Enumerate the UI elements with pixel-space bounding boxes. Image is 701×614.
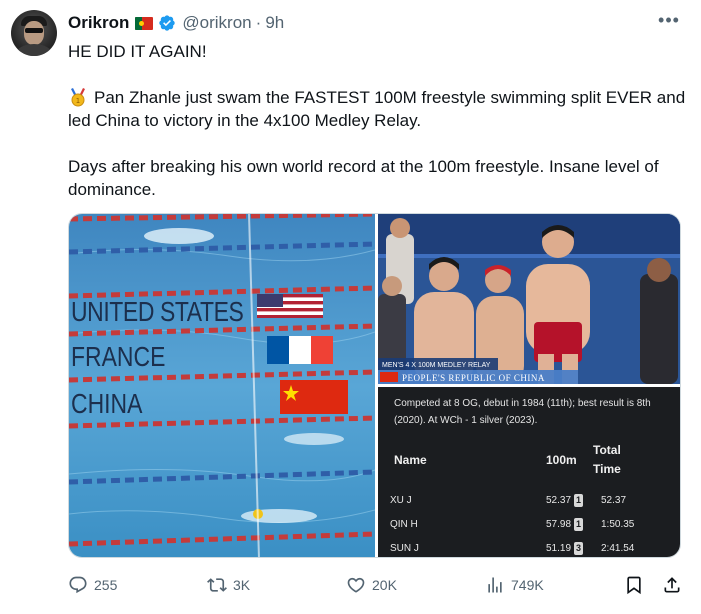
author-name[interactable]: Orikron	[68, 13, 129, 33]
bookmark-button[interactable]	[624, 575, 650, 595]
repost-button[interactable]: 3K	[207, 575, 250, 595]
col-100m-header: 100m	[546, 453, 577, 467]
share-button[interactable]	[662, 575, 688, 595]
pool-illustration	[69, 214, 375, 557]
pool-label-china: CHINA	[71, 388, 143, 419]
svg-text:1: 1	[76, 97, 80, 105]
tweet-paragraph-2: 1 Pan Zhanle just swam the FASTEST 100M …	[68, 86, 693, 132]
athletes-photo[interactable]: MEN'S 4 X 100M MEDLEY RELAY PEOPLE'S REP…	[378, 214, 680, 384]
col-total-header-2: Time	[593, 462, 621, 476]
broadcast-caption: MEN'S 4 X 100M MEDLEY RELAY	[382, 362, 491, 369]
athletes-illustration: MEN'S 4 X 100M MEDLEY RELAY PEOPLE'S REP…	[378, 214, 680, 384]
pool-photo[interactable]	[69, 214, 375, 557]
views-count: 749K	[511, 577, 544, 593]
timestamp[interactable]: 9h	[265, 13, 284, 33]
avatar-face	[24, 21, 44, 45]
pool-label-usa: UNITED STATES	[71, 296, 244, 327]
row-name: XU J	[390, 495, 412, 506]
repost-count: 3K	[233, 577, 251, 593]
row-name: SUN J	[390, 543, 419, 554]
reply-count: 255	[94, 577, 118, 593]
views-button[interactable]: 749K	[485, 575, 544, 595]
row-total: 52.37	[601, 495, 627, 506]
col-name-header: Name	[394, 453, 427, 467]
row-split: 57.98	[546, 519, 572, 530]
usa-flag	[257, 294, 323, 318]
row-name: QIN H	[390, 519, 418, 530]
row-split: 51.19	[546, 543, 572, 554]
tweet-line-2: Pan Zhanle just swam the FASTEST 100M fr…	[68, 88, 686, 130]
broadcast-team: PEOPLE'S REPUBLIC OF CHINA	[402, 373, 545, 383]
avatar-sunglasses	[25, 28, 43, 33]
more-options-icon[interactable]: •••	[657, 10, 681, 34]
bio-text: Competed at 8 OG, debut in 1984 (11th); …	[394, 398, 651, 426]
views-chart-icon	[488, 577, 502, 593]
avatar-body	[16, 44, 52, 56]
row-leg-badge: 3	[574, 542, 583, 555]
like-button[interactable]: 20K	[346, 575, 397, 595]
repost-icon	[207, 578, 227, 592]
reply-button[interactable]: 255	[68, 575, 117, 595]
author-handle[interactable]: @orikron	[182, 13, 251, 33]
col-total-header-1: Total	[593, 443, 621, 457]
heart-icon	[347, 577, 365, 593]
tweet-header: Orikron @orikron · 9h •••	[68, 10, 681, 34]
tweet-line-1: HE DID IT AGAIN!	[68, 42, 207, 61]
reply-icon	[69, 576, 87, 594]
row-leg-badge: 1	[574, 518, 583, 531]
gold-medal-icon: 1	[71, 88, 85, 107]
row-total: 1:50.35	[601, 519, 635, 530]
verified-badge-icon[interactable]	[158, 14, 176, 32]
tweet-text: HE DID IT AGAIN! 1 Pan Zhanle just swam …	[68, 40, 693, 201]
stats-card[interactable]: Competed at 8 OG, debut in 1984 (11th); …	[378, 387, 680, 557]
france-flag	[267, 336, 333, 364]
avatar[interactable]	[11, 10, 57, 56]
media-grid[interactable]: MEN'S 4 X 100M MEDLEY RELAY PEOPLE'S REP…	[68, 213, 681, 558]
row-leg-badge: 1	[574, 494, 583, 507]
row-split: 52.37	[546, 495, 572, 506]
china-flag	[280, 380, 348, 414]
tweet-line-3: Days after breaking his own world record…	[68, 157, 659, 199]
portugal-flag-icon	[135, 16, 154, 30]
row-total: 2:41.54	[601, 543, 635, 554]
action-bar: 255 3K 20K 749K	[68, 573, 688, 597]
pool-label-france: FRANCE	[71, 341, 166, 372]
share-icon	[664, 577, 680, 593]
separator-dot: ·	[255, 13, 262, 32]
bookmark-icon	[627, 576, 641, 595]
like-count: 20K	[372, 577, 397, 593]
